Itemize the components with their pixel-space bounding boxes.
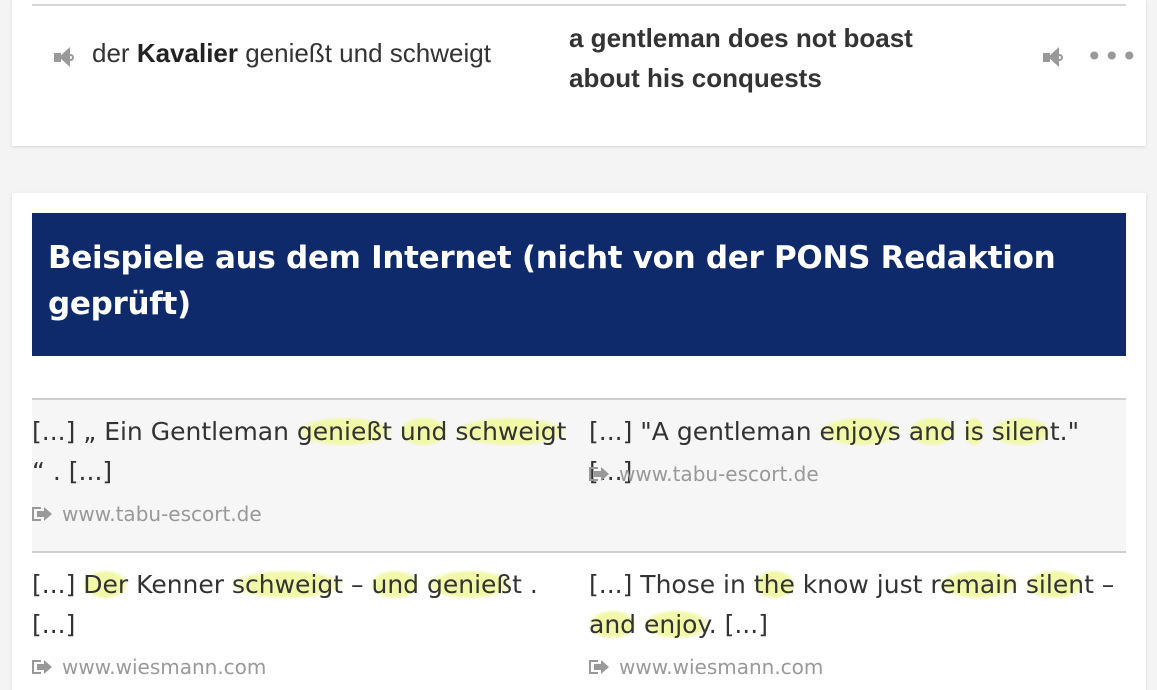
sentence-text	[956, 417, 964, 446]
highlighted-word: and	[908, 417, 956, 446]
highlighted-word: is	[963, 417, 984, 446]
source-url: www.tabu-escort.de	[62, 502, 262, 526]
external-link-icon	[32, 659, 52, 675]
highlighted-word: enjoys	[819, 417, 901, 446]
highlighted-word: genieß	[426, 570, 513, 599]
example-row: [...] Der Kenner schweigt – und genieß t …	[32, 551, 1126, 690]
example-row: [...] „ Ein Gentleman genießt und schwei…	[32, 398, 1126, 551]
highlighted-word: Der	[83, 570, 129, 599]
example-source-link[interactable]: www.tabu-escort.de	[589, 462, 819, 486]
sentence-text: t –	[1084, 570, 1115, 599]
highlighted-word: enjoy	[644, 610, 709, 639]
sentence-text: [...]	[32, 570, 84, 599]
example-source-link[interactable]: www.tabu-escort.de	[32, 502, 262, 526]
highlighted-word: and	[589, 610, 637, 639]
sentence-text	[1018, 570, 1026, 599]
speaker-icon[interactable]	[52, 45, 76, 69]
highlighted-word: schweigt	[232, 570, 344, 599]
highlighted-word: und	[371, 570, 420, 599]
sentence-text: [...] „ Ein Gentleman	[32, 417, 297, 446]
sentence-text	[392, 417, 400, 446]
sentence-text: –	[343, 570, 372, 599]
examples-header: Beispiele aus dem Internet (nicht von de…	[32, 213, 1126, 356]
external-link-icon	[32, 506, 52, 522]
sentence-text: . [...]	[708, 610, 768, 639]
highlighted-word: schweigt	[455, 417, 567, 446]
example-source-link[interactable]: www.wiesmann.com	[589, 655, 823, 679]
speaker-icon[interactable]	[1041, 45, 1065, 69]
example-german: [...] „ Ein Gentleman genießt und schwei…	[32, 412, 572, 492]
highlighted-word: emain	[940, 570, 1018, 599]
sentence-text: “ . [...]	[32, 457, 113, 486]
divider	[32, 551, 1126, 553]
highlighted-word: silen	[1025, 570, 1085, 599]
source-url: www.wiesmann.com	[62, 655, 267, 679]
more-options-icon[interactable]: •••	[1086, 40, 1139, 73]
divider	[32, 4, 1126, 6]
external-link-icon	[589, 659, 609, 675]
source-phrase: der Kavalier genießt und schweigt	[92, 38, 491, 69]
external-link-icon	[589, 466, 609, 482]
highlighted-word: silen	[991, 417, 1050, 446]
source-url: www.tabu-escort.de	[619, 462, 819, 486]
example-german: [...] Der Kenner schweigt – und genießt …	[32, 565, 572, 645]
divider	[32, 398, 1126, 400]
target-phrase: a gentleman does not boast about his con…	[569, 23, 913, 93]
example-source-link[interactable]: www.wiesmann.com	[32, 655, 266, 679]
sentence-text: [...] "A gentleman	[589, 417, 820, 446]
sentence-text	[636, 610, 644, 639]
highlighted-word: the	[753, 570, 795, 599]
highlighted-word: genießt	[296, 417, 392, 446]
examples-card: Beispiele aus dem Internet (nicht von de…	[12, 193, 1146, 690]
sentence-text: know just r	[794, 570, 941, 599]
highlighted-word: und	[399, 417, 448, 446]
source-text-prefix: der	[92, 38, 137, 68]
dictionary-entry-card: der Kavalier genießt und schweigt a gent…	[12, 0, 1146, 146]
sentence-text: Kenner	[128, 570, 232, 599]
sentence-text	[419, 570, 427, 599]
source-keyword: Kavalier	[136, 38, 238, 68]
source-url: www.wiesmann.com	[619, 655, 824, 679]
source-text-suffix: genießt und schweigt	[238, 38, 491, 68]
sentence-text: [...] Those in	[589, 570, 754, 599]
examples-title: Beispiele aus dem Internet (nicht von de…	[48, 240, 1056, 322]
sentence-text	[984, 417, 992, 446]
sentence-text	[901, 417, 909, 446]
example-english: [...] Those in the know just remain sile…	[589, 565, 1126, 645]
